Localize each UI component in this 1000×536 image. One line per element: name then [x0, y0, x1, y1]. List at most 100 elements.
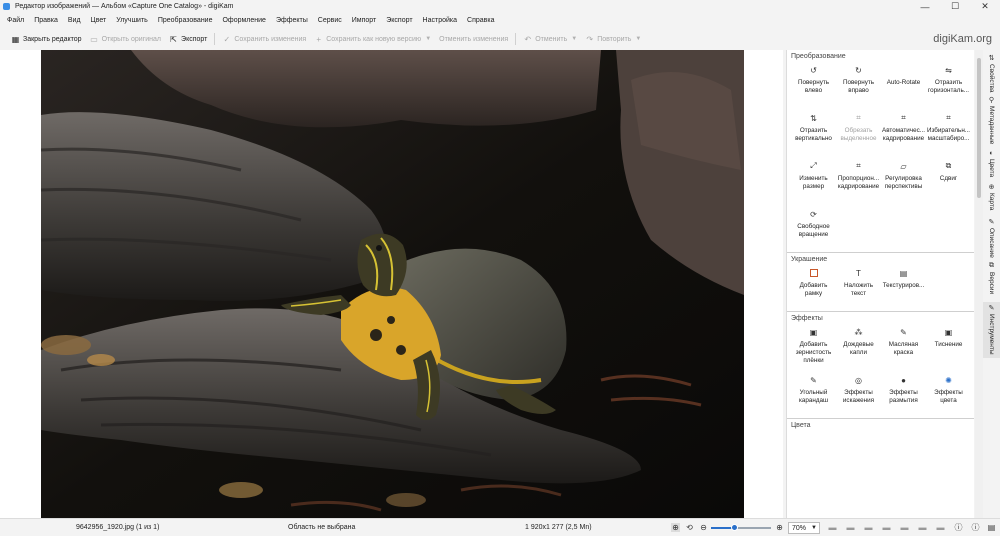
toggle-sidebar-icon[interactable]: ▤ — [987, 523, 996, 532]
emboss-tool[interactable]: ▣ Тиснение — [926, 326, 971, 366]
underexposure-icon[interactable]: ▬ — [846, 523, 855, 532]
tool-label: Избирательн... масштабиро... — [926, 127, 971, 142]
tab-properties[interactable]: ⇅ Свойства — [983, 54, 1000, 93]
tab-colors[interactable]: ◐ Цвета — [983, 150, 1000, 177]
blur-fx-icon: ● — [901, 375, 906, 385]
menu-color[interactable]: Цвет — [86, 17, 112, 24]
color-managed-view-icon[interactable]: ▬ — [864, 523, 873, 532]
undo-button[interactable]: ↶ Отменить ▼ — [519, 31, 581, 47]
zoom-slider-thumb[interactable] — [731, 524, 738, 531]
tab-label: Свойства — [988, 64, 995, 93]
redo-icon: ↷ — [586, 34, 594, 44]
status-selection: Область не выбрана — [288, 524, 356, 531]
zoom-slider[interactable] — [711, 524, 771, 531]
blur-fx-tool[interactable]: ● Эффекты размытия — [881, 374, 926, 414]
rotate-left-tool[interactable]: ↺ Повернуть влево — [791, 64, 836, 104]
film-grain-tool[interactable]: ▣ Добавить зернистость плёнки — [791, 326, 836, 366]
tool-label: Эффекты размытия — [889, 389, 918, 404]
minimize-button[interactable]: — — [910, 0, 940, 13]
flip-vertical-tool[interactable]: ⇅ Отразить вертикально — [791, 112, 836, 152]
info-icon[interactable]: ⓘ — [954, 523, 963, 532]
menu-transform[interactable]: Преобразование — [153, 17, 218, 24]
menu-decorate[interactable]: Оформление — [217, 17, 270, 24]
menu-export[interactable]: Экспорт — [381, 17, 417, 24]
undo-changes-button[interactable]: Отменить изменения — [435, 31, 512, 47]
resize-tool[interactable]: ⤢ Изменить размер — [791, 160, 836, 200]
zoom-out-icon[interactable]: ⊖ — [699, 523, 708, 532]
shear-tool[interactable]: ⧉ Сдвиг — [926, 160, 971, 200]
close-editor-button[interactable]: ▦ Закрыть редактор — [7, 31, 86, 47]
info-outline-icon[interactable]: ⓘ — [971, 523, 980, 532]
toolbar-divider — [214, 33, 216, 45]
texture-tool[interactable]: ▤ Текстуриров... — [881, 267, 926, 307]
insert-text-tool[interactable]: T Наложить текст — [836, 267, 881, 307]
export-button[interactable]: ⇱ Экспорт — [165, 31, 211, 47]
ratio-crop-icon: ⌗ — [856, 161, 861, 170]
auto-crop-tool[interactable]: ⌗ Автоматичес... кадрирование — [881, 112, 926, 152]
perspective-icon: ▱ — [900, 161, 907, 171]
chevron-down-icon[interactable]: ▼ — [635, 36, 641, 42]
chevron-down-icon[interactable]: ▼ — [571, 36, 577, 42]
soft-proof-icon[interactable]: ▬ — [882, 523, 891, 532]
zoom-in-icon[interactable]: ⊕ — [775, 523, 784, 532]
zoom-to-fit-icon[interactable]: ⊕ — [671, 523, 680, 532]
window-title: Редактор изображений — Альбом «Capture O… — [15, 3, 234, 10]
crop-selection-tool[interactable]: ⌗ Обрезать выделенное — [836, 112, 881, 152]
save-changes-button[interactable]: ✓ Сохранить изменения — [218, 31, 310, 47]
liquid-rescale-icon: ⌗ — [946, 113, 951, 122]
oil-paint-tool[interactable]: ✎ Масляная краска — [881, 326, 926, 366]
tool-label: Свободное вращение — [797, 223, 830, 238]
tab-metadata[interactable]: ⚲ Метаданные — [983, 96, 1000, 144]
menu-file[interactable]: Файл — [2, 17, 29, 24]
properties-icon: ⇅ — [988, 55, 995, 62]
perspective-tool[interactable]: ▱ Регулировка перспективы — [881, 160, 926, 200]
menu-enhance[interactable]: Улучшить — [111, 17, 153, 24]
preview-mode-icon[interactable]: ▬ — [918, 523, 927, 532]
flip-horizontal-tool[interactable]: ⇋ Отразить горизонталь... — [926, 64, 971, 104]
open-original-button[interactable]: ▭ Открыть оригинал — [86, 31, 165, 47]
ratio-crop-tool[interactable]: ⌗ Пропорцион... кадрирование — [836, 160, 881, 200]
tab-tools[interactable]: ✎ Инструменты — [983, 302, 1000, 358]
caption-icon: ✎ — [988, 219, 995, 226]
scrollbar-thumb[interactable] — [977, 58, 981, 198]
tool-label: Текстуриров... — [882, 282, 925, 289]
tool-label: Регулировка перспективы — [884, 175, 923, 190]
save-new-version-button[interactable]: + Сохранить как новую версию ▼ — [310, 31, 435, 47]
menu-import[interactable]: Импорт — [347, 17, 381, 24]
distortion-tool[interactable]: ◎ Эффекты искажения — [836, 374, 881, 414]
tab-versions[interactable]: ⧉ Версии — [983, 262, 1000, 294]
rotate-right-tool[interactable]: ↻ Повернуть вправо — [836, 64, 881, 104]
chevron-down-icon[interactable]: ▼ — [425, 36, 431, 42]
tool-label: Отразить горизонталь... — [928, 79, 969, 94]
image-canvas[interactable] — [0, 50, 783, 518]
charcoal-tool[interactable]: ✎ Угольный карандаш — [791, 374, 836, 414]
redo-button[interactable]: ↷ Повторить ▼ — [581, 31, 645, 47]
colors-section: Цвета — [787, 419, 974, 437]
turtle-photo[interactable] — [41, 50, 744, 518]
compare-icon[interactable]: ▬ — [936, 523, 945, 532]
overexposure-icon[interactable]: ▬ — [828, 523, 837, 532]
liquid-rescale-tool[interactable]: ⌗ Избирательн... масштабиро... — [926, 112, 971, 152]
maximize-button[interactable]: ☐ — [940, 0, 970, 13]
effects-section-title: Эффекты — [791, 315, 823, 322]
effects-section: Эффекты ▣ Добавить зернистость плёнки ⁂ До… — [787, 312, 974, 419]
zoom-reset-icon[interactable]: ⟲ — [685, 523, 694, 532]
raindrops-tool[interactable]: ⁂ Дождевые капли — [836, 326, 881, 366]
free-rotation-tool[interactable]: ⟳ Свободное вращение — [791, 208, 836, 248]
tools-scrollbar[interactable] — [975, 50, 983, 518]
menu-view[interactable]: Вид — [63, 17, 86, 24]
menu-bar: Файл Правка Вид Цвет Улучшить Преобразов… — [0, 13, 1000, 27]
split-view-icon[interactable]: ▬ — [900, 523, 909, 532]
zoom-select[interactable]: 70% ▼ — [788, 522, 820, 534]
add-border-tool[interactable]: Добавить рамку — [791, 267, 836, 307]
close-button[interactable]: ✕ — [970, 0, 1000, 13]
tab-map[interactable]: ⊕ Карта — [983, 183, 1000, 210]
color-fx-tool[interactable]: ✺ Эффекты цвета — [926, 374, 971, 414]
menu-tools[interactable]: Сервис — [313, 17, 347, 24]
menu-settings[interactable]: Настройка — [418, 17, 462, 24]
menu-effects[interactable]: Эффекты — [271, 17, 313, 24]
auto-rotate-tool[interactable]: Auto-Rotate — [881, 64, 926, 104]
menu-edit[interactable]: Правка — [29, 17, 63, 24]
menu-help[interactable]: Справка — [462, 17, 499, 24]
tab-caption[interactable]: ✎ Описание — [983, 218, 1000, 258]
